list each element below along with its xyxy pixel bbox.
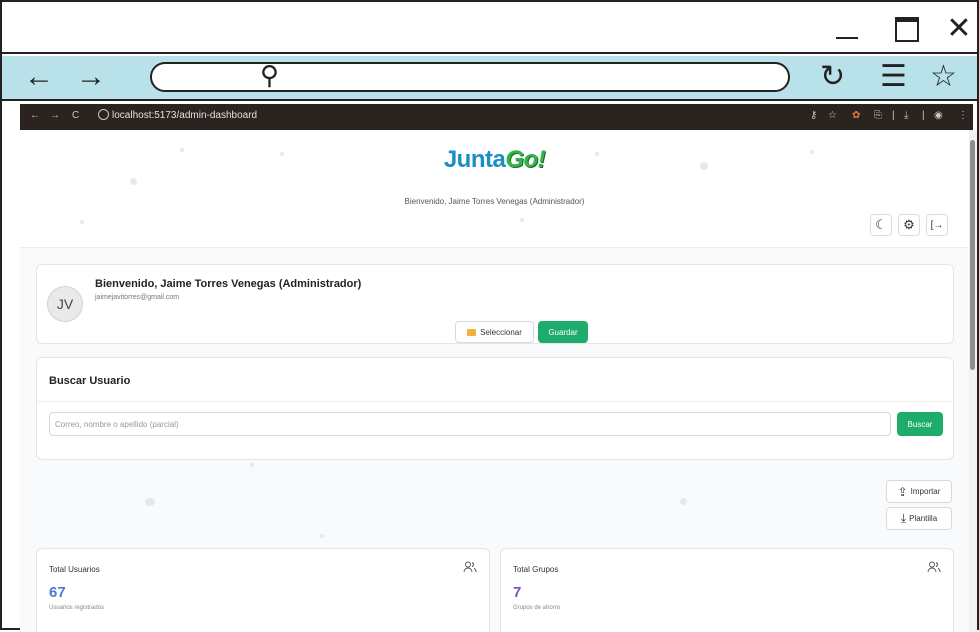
select-file-label: Seleccionar xyxy=(480,327,522,337)
stat-title: Total Usuarios xyxy=(49,565,100,574)
users-icon xyxy=(927,561,941,576)
folder-icon xyxy=(467,328,477,336)
navigation-bar: ← → ⚲ ↻ ☰ ☆ xyxy=(2,56,977,101)
app-logo: JuntaGo! xyxy=(443,146,546,173)
template-label: Plantilla xyxy=(909,514,938,523)
stat-description: Usuarios registrados xyxy=(49,605,105,611)
kebab-menu-icon[interactable]: ⋮ xyxy=(958,110,968,121)
stat-card-users: Total Usuarios 67 Usuarios registrados xyxy=(36,548,490,632)
scrollbar-thumb[interactable] xyxy=(970,140,975,370)
site-info-icon[interactable] xyxy=(98,109,109,120)
inner-url-text[interactable]: localhost:5173/admin-dashboard xyxy=(112,110,257,121)
profile-card: JV Bienvenido, Jaime Torres Venegas (Adm… xyxy=(36,264,954,344)
inner-browser-toolbar: ← → C localhost:5173/admin-dashboard ⚷ ☆… xyxy=(20,104,973,130)
stat-title: Total Grupos xyxy=(513,565,559,574)
profile-avatar-icon[interactable]: ◉ xyxy=(934,110,943,121)
save-button[interactable]: Guardar xyxy=(538,321,588,343)
cloud-upload-icon: ⇪ xyxy=(897,484,908,499)
template-button[interactable]: ⤓ Plantilla xyxy=(886,507,952,530)
download-icon: ⤓ xyxy=(900,511,907,525)
page-scrollbar[interactable] xyxy=(969,130,977,632)
user-search-card: Buscar Usuario Correo, nombre o apellido… xyxy=(36,357,954,460)
download-icon[interactable]: ⤓ xyxy=(904,110,908,121)
theme-moon-icon[interactable]: ☾ xyxy=(870,214,892,236)
divider xyxy=(37,401,953,402)
inner-star-icon[interactable]: ☆ xyxy=(828,110,837,121)
maximize-icon[interactable] xyxy=(890,14,924,44)
menu-icon[interactable]: ☰ xyxy=(880,60,907,94)
browser-window: ✕ ← → ⚲ ↻ ☰ ☆ ← → C localhost:5173/admin… xyxy=(0,0,979,632)
title-bar: ✕ xyxy=(2,2,977,54)
stat-description: Grupos de ahorro xyxy=(513,605,561,611)
bookmark-star-icon[interactable]: ☆ xyxy=(930,60,957,94)
page-content: JuntaGo! Bienvenido, Jaime Torres Venega… xyxy=(20,130,969,632)
logout-icon[interactable]: [→ xyxy=(926,214,948,236)
reload-icon[interactable]: ↻ xyxy=(820,60,845,94)
minimize-icon[interactable] xyxy=(830,14,864,44)
inner-reload-icon[interactable]: C xyxy=(72,110,79,121)
toolbar-divider: | xyxy=(922,110,925,121)
search-button[interactable]: Buscar xyxy=(897,412,943,436)
import-button[interactable]: ⇪ Importar xyxy=(886,480,952,503)
close-icon[interactable]: ✕ xyxy=(942,14,976,44)
toolbar-divider: | xyxy=(892,110,895,121)
password-key-icon[interactable]: ⚷ xyxy=(810,110,817,121)
forward-arrow-icon[interactable]: → xyxy=(76,60,106,94)
users-icon xyxy=(463,561,477,576)
extensions-puzzle-icon[interactable]: ⎘ xyxy=(874,110,882,121)
stat-value: 67 xyxy=(49,584,66,601)
welcome-subtitle: Bienvenido, Jaime Torres Venegas (Admini… xyxy=(404,197,585,206)
stat-card-groups: Total Grupos 7 Grupos de ahorro xyxy=(500,548,954,632)
user-search-input[interactable]: Correo, nombre o apellido (parcial) xyxy=(49,412,891,436)
stat-value: 7 xyxy=(513,584,522,601)
inner-forward-icon[interactable]: → xyxy=(50,110,60,121)
search-icon: ⚲ xyxy=(260,60,280,90)
settings-gear-icon[interactable]: ⚙ xyxy=(898,214,920,236)
hero-header: JuntaGo! Bienvenido, Jaime Torres Venega… xyxy=(20,130,969,248)
extension-icon[interactable]: ✿ xyxy=(852,110,860,121)
header-action-icons: ☾ ⚙ [→ xyxy=(870,214,948,236)
select-file-button[interactable]: Seleccionar xyxy=(455,321,534,343)
import-label: Importar xyxy=(910,487,941,496)
avatar: JV xyxy=(47,286,83,322)
profile-name: Bienvenido, Jaime Torres Venegas (Admini… xyxy=(95,278,362,290)
address-bar[interactable]: ⚲ xyxy=(150,60,790,92)
profile-email: jaimejavitorres@gmail.com xyxy=(95,294,180,301)
back-arrow-icon[interactable]: ← xyxy=(24,60,54,94)
search-card-title: Buscar Usuario xyxy=(49,375,131,387)
inner-back-icon[interactable]: ← xyxy=(30,110,40,121)
